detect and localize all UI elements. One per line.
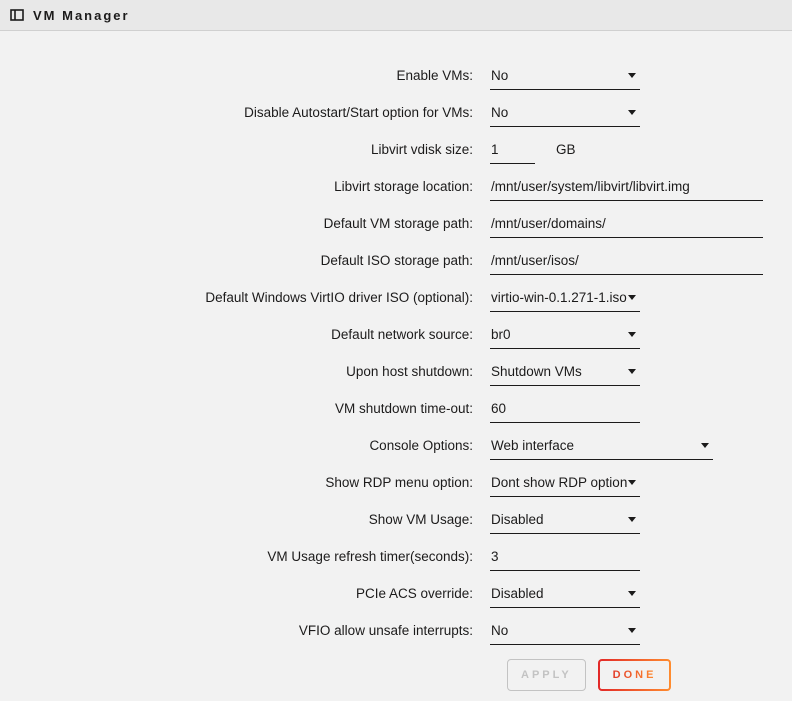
field-label: Default ISO storage path: <box>0 252 490 269</box>
field-label: Libvirt storage location: <box>0 178 490 195</box>
default-iso-storage-path-input[interactable] <box>490 252 763 269</box>
field-label: Enable VMs: <box>0 67 490 84</box>
done-button[interactable]: DONE <box>598 659 672 691</box>
chevron-down-icon <box>628 591 636 596</box>
field-label: VM shutdown time-out: <box>0 400 490 417</box>
enable-vms-select[interactable]: No <box>490 67 640 90</box>
chevron-down-icon <box>628 73 636 78</box>
form-row-vfio-interrupts: VFIO allow unsafe interrupts: No <box>0 622 792 645</box>
field-label: Console Options: <box>0 437 490 454</box>
form-row-pcie-acs: PCIe ACS override: Disabled <box>0 585 792 608</box>
console-options-select[interactable]: Web interface <box>490 437 713 460</box>
chevron-down-icon <box>628 628 636 633</box>
field-label: Show RDP menu option: <box>0 474 490 491</box>
field-label: Upon host shutdown: <box>0 363 490 380</box>
form-row-shutdown-timeout: VM shutdown time-out: <box>0 400 792 423</box>
form-row-console-options: Console Options: Web interface <box>0 437 792 460</box>
field-label: Show VM Usage: <box>0 511 490 528</box>
default-network-source-select[interactable]: br0 <box>490 326 640 349</box>
field-label: PCIe ACS override: <box>0 585 490 602</box>
field-label: VM Usage refresh timer(seconds): <box>0 548 490 565</box>
vm-manager-form: Enable VMs: No Disable Autostart/Start o… <box>0 31 792 691</box>
vm-usage-refresh-timer-input[interactable] <box>490 548 640 565</box>
field-label: Disable Autostart/Start option for VMs: <box>0 104 490 121</box>
pcie-acs-override-select[interactable]: Disabled <box>490 585 640 608</box>
form-row-vm-usage: Show VM Usage: Disabled <box>0 511 792 534</box>
chevron-down-icon <box>628 295 636 300</box>
default-vm-storage-path-input[interactable] <box>490 215 763 232</box>
form-row-enable-vms: Enable VMs: No <box>0 67 792 90</box>
page-title: VM Manager <box>33 8 130 23</box>
vfio-unsafe-interrupts-select[interactable]: No <box>490 622 640 645</box>
form-row-host-shutdown: Upon host shutdown: Shutdown VMs <box>0 363 792 386</box>
upon-host-shutdown-select[interactable]: Shutdown VMs <box>490 363 640 386</box>
form-row-vdisk-size: Libvirt vdisk size: GB <box>0 141 792 164</box>
virtio-driver-iso-select[interactable]: virtio-win-0.1.271-1.iso <box>490 289 640 312</box>
titlebar: VM Manager <box>0 0 792 31</box>
columns-icon <box>10 8 24 22</box>
button-bar: APPLY DONE <box>507 659 792 691</box>
libvirt-storage-location-input[interactable] <box>490 178 763 195</box>
chevron-down-icon <box>628 110 636 115</box>
form-row-disable-autostart: Disable Autostart/Start option for VMs: … <box>0 104 792 127</box>
form-row-rdp-menu: Show RDP menu option: Dont show RDP opti… <box>0 474 792 497</box>
field-label: VFIO allow unsafe interrupts: <box>0 622 490 639</box>
vdisk-size-unit-label: GB <box>556 141 576 158</box>
apply-button[interactable]: APPLY <box>507 659 586 691</box>
form-row-iso-storage-path: Default ISO storage path: <box>0 252 792 275</box>
chevron-down-icon <box>628 332 636 337</box>
field-label: Default VM storage path: <box>0 215 490 232</box>
vm-shutdown-timeout-input[interactable] <box>490 400 640 417</box>
chevron-down-icon <box>628 517 636 522</box>
form-row-virtio-iso: Default Windows VirtIO driver ISO (optio… <box>0 289 792 312</box>
form-row-libvirt-storage: Libvirt storage location: <box>0 178 792 201</box>
show-rdp-menu-select[interactable]: Dont show RDP option <box>490 474 640 497</box>
libvirt-vdisk-size-input[interactable] <box>490 141 535 158</box>
disable-autostart-select[interactable]: No <box>490 104 640 127</box>
chevron-down-icon <box>628 480 636 485</box>
form-row-vm-storage-path: Default VM storage path: <box>0 215 792 238</box>
chevron-down-icon <box>628 369 636 374</box>
form-row-usage-refresh-timer: VM Usage refresh timer(seconds): <box>0 548 792 571</box>
field-label: Default network source: <box>0 326 490 343</box>
form-row-network-source: Default network source: br0 <box>0 326 792 349</box>
field-label: Libvirt vdisk size: <box>0 141 490 158</box>
field-label: Default Windows VirtIO driver ISO (optio… <box>0 289 490 306</box>
chevron-down-icon <box>701 443 709 448</box>
show-vm-usage-select[interactable]: Disabled <box>490 511 640 534</box>
